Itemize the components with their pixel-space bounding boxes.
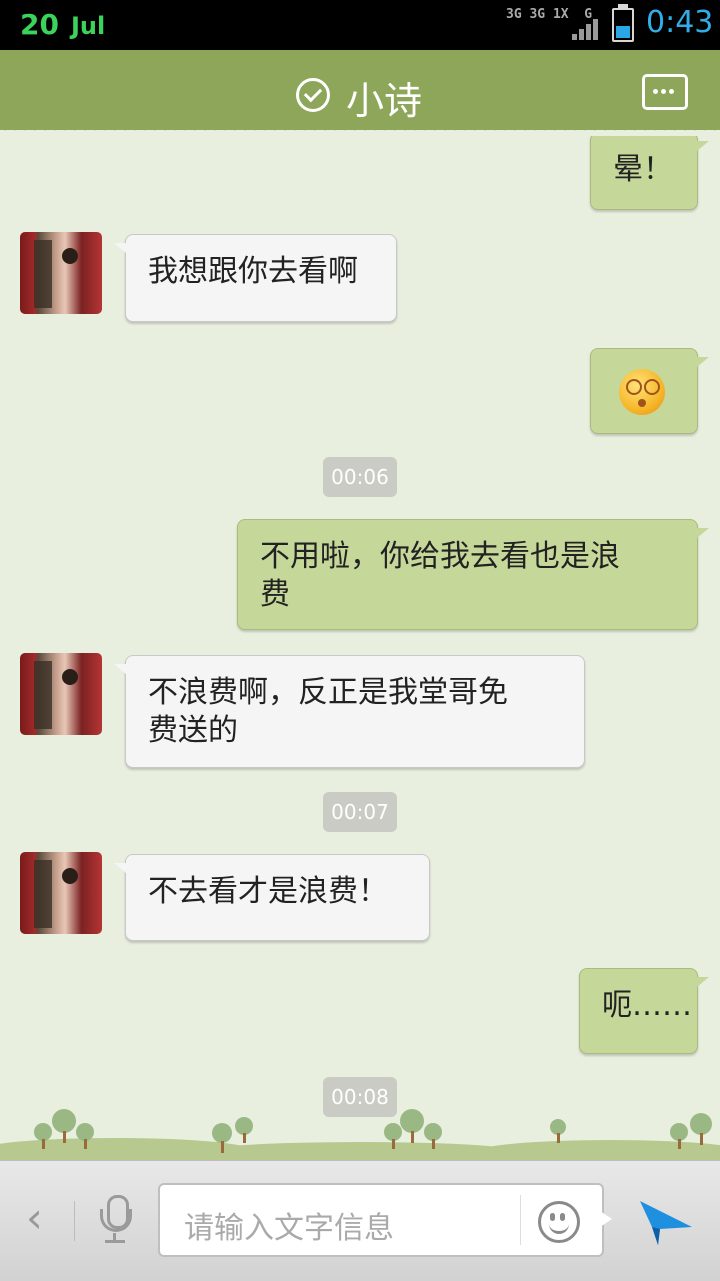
status-bar: 20 Jul 3G 3G 1X G 0:43 bbox=[0, 0, 720, 50]
microphone-icon[interactable] bbox=[96, 1195, 136, 1247]
status-time: 0:43 bbox=[646, 5, 714, 40]
contact-avatar[interactable] bbox=[20, 653, 102, 735]
chat-area[interactable]: 晕！ 我想跟你去看啊 00:06 不用啦，你给我去看也是浪 费 不浪费啊，反正是… bbox=[0, 136, 720, 1160]
battery-icon bbox=[612, 4, 634, 42]
message-bubble-incoming[interactable]: 不去看才是浪费！ bbox=[114, 854, 430, 941]
dizzy-face-icon bbox=[619, 369, 665, 415]
timestamp-divider: 00:08 bbox=[323, 1077, 397, 1117]
message-bubble-outgoing[interactable] bbox=[590, 348, 709, 434]
contact-avatar[interactable] bbox=[20, 852, 102, 934]
verified-check-icon bbox=[296, 78, 330, 112]
message-bubble-outgoing[interactable]: 不用啦，你给我去看也是浪 费 bbox=[237, 519, 709, 630]
contact-name[interactable]: 小诗 bbox=[346, 70, 422, 125]
message-bubble-outgoing[interactable]: 呃…… bbox=[579, 968, 709, 1054]
more-options-button[interactable] bbox=[642, 74, 688, 110]
input-separator bbox=[520, 1195, 521, 1245]
input-bar: ‹ 请输入文字信息 bbox=[0, 1160, 720, 1281]
divider bbox=[74, 1201, 75, 1241]
timestamp-divider: 00:06 bbox=[323, 457, 397, 497]
signal-icon bbox=[572, 18, 602, 40]
contact-avatar[interactable] bbox=[20, 232, 102, 314]
message-bubble-incoming[interactable]: 不浪费啊，反正是我堂哥免 费送的 bbox=[114, 655, 585, 768]
collapse-chevron-icon[interactable]: ‹ bbox=[26, 1193, 43, 1242]
message-bubble-incoming[interactable]: 我想跟你去看啊 bbox=[114, 234, 397, 322]
status-date: 20 Jul bbox=[20, 8, 106, 41]
message-bubble-outgoing[interactable]: 晕！ bbox=[590, 136, 709, 210]
send-icon[interactable] bbox=[636, 1197, 696, 1249]
timestamp-divider: 00:07 bbox=[323, 792, 397, 832]
header-scallop-edge bbox=[0, 126, 720, 136]
emoji-smiley-icon[interactable] bbox=[538, 1201, 580, 1243]
input-tail bbox=[600, 1211, 612, 1227]
